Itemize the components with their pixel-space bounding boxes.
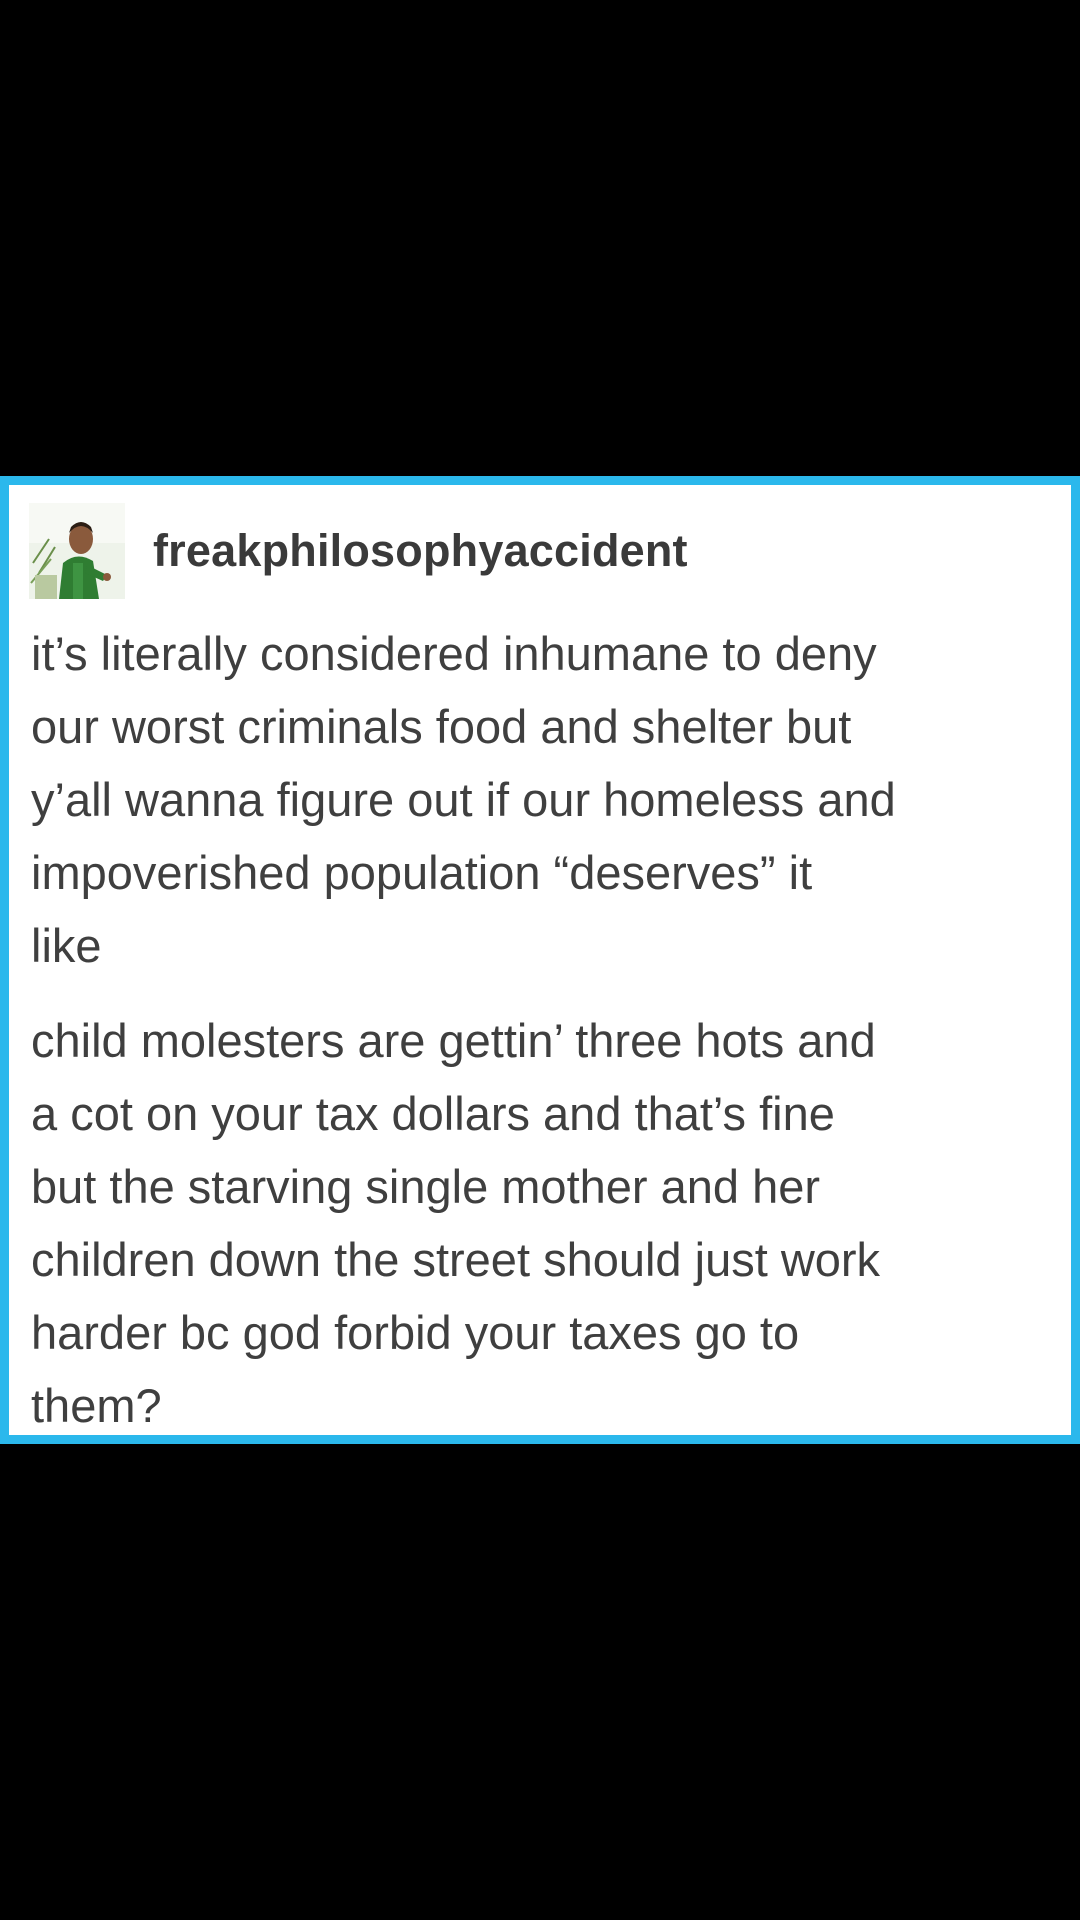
post-paragraph: child molesters are gettin’ three hots a… <box>31 1014 881 1432</box>
user-avatar-photo-icon[interactable] <box>29 503 125 599</box>
post-paragraph: it’s literally considered inhumane to de… <box>31 627 896 972</box>
screenshot-canvas: freakphilosophyaccident it’s literally c… <box>0 0 1080 1920</box>
username[interactable]: freakphilosophyaccident <box>153 525 688 577</box>
avatar-image <box>29 503 125 599</box>
post-body: it’s literally considered inhumane to de… <box>31 617 1071 1442</box>
post-header: freakphilosophyaccident <box>29 501 1055 601</box>
tumblr-post-card: freakphilosophyaccident it’s literally c… <box>0 476 1080 1444</box>
